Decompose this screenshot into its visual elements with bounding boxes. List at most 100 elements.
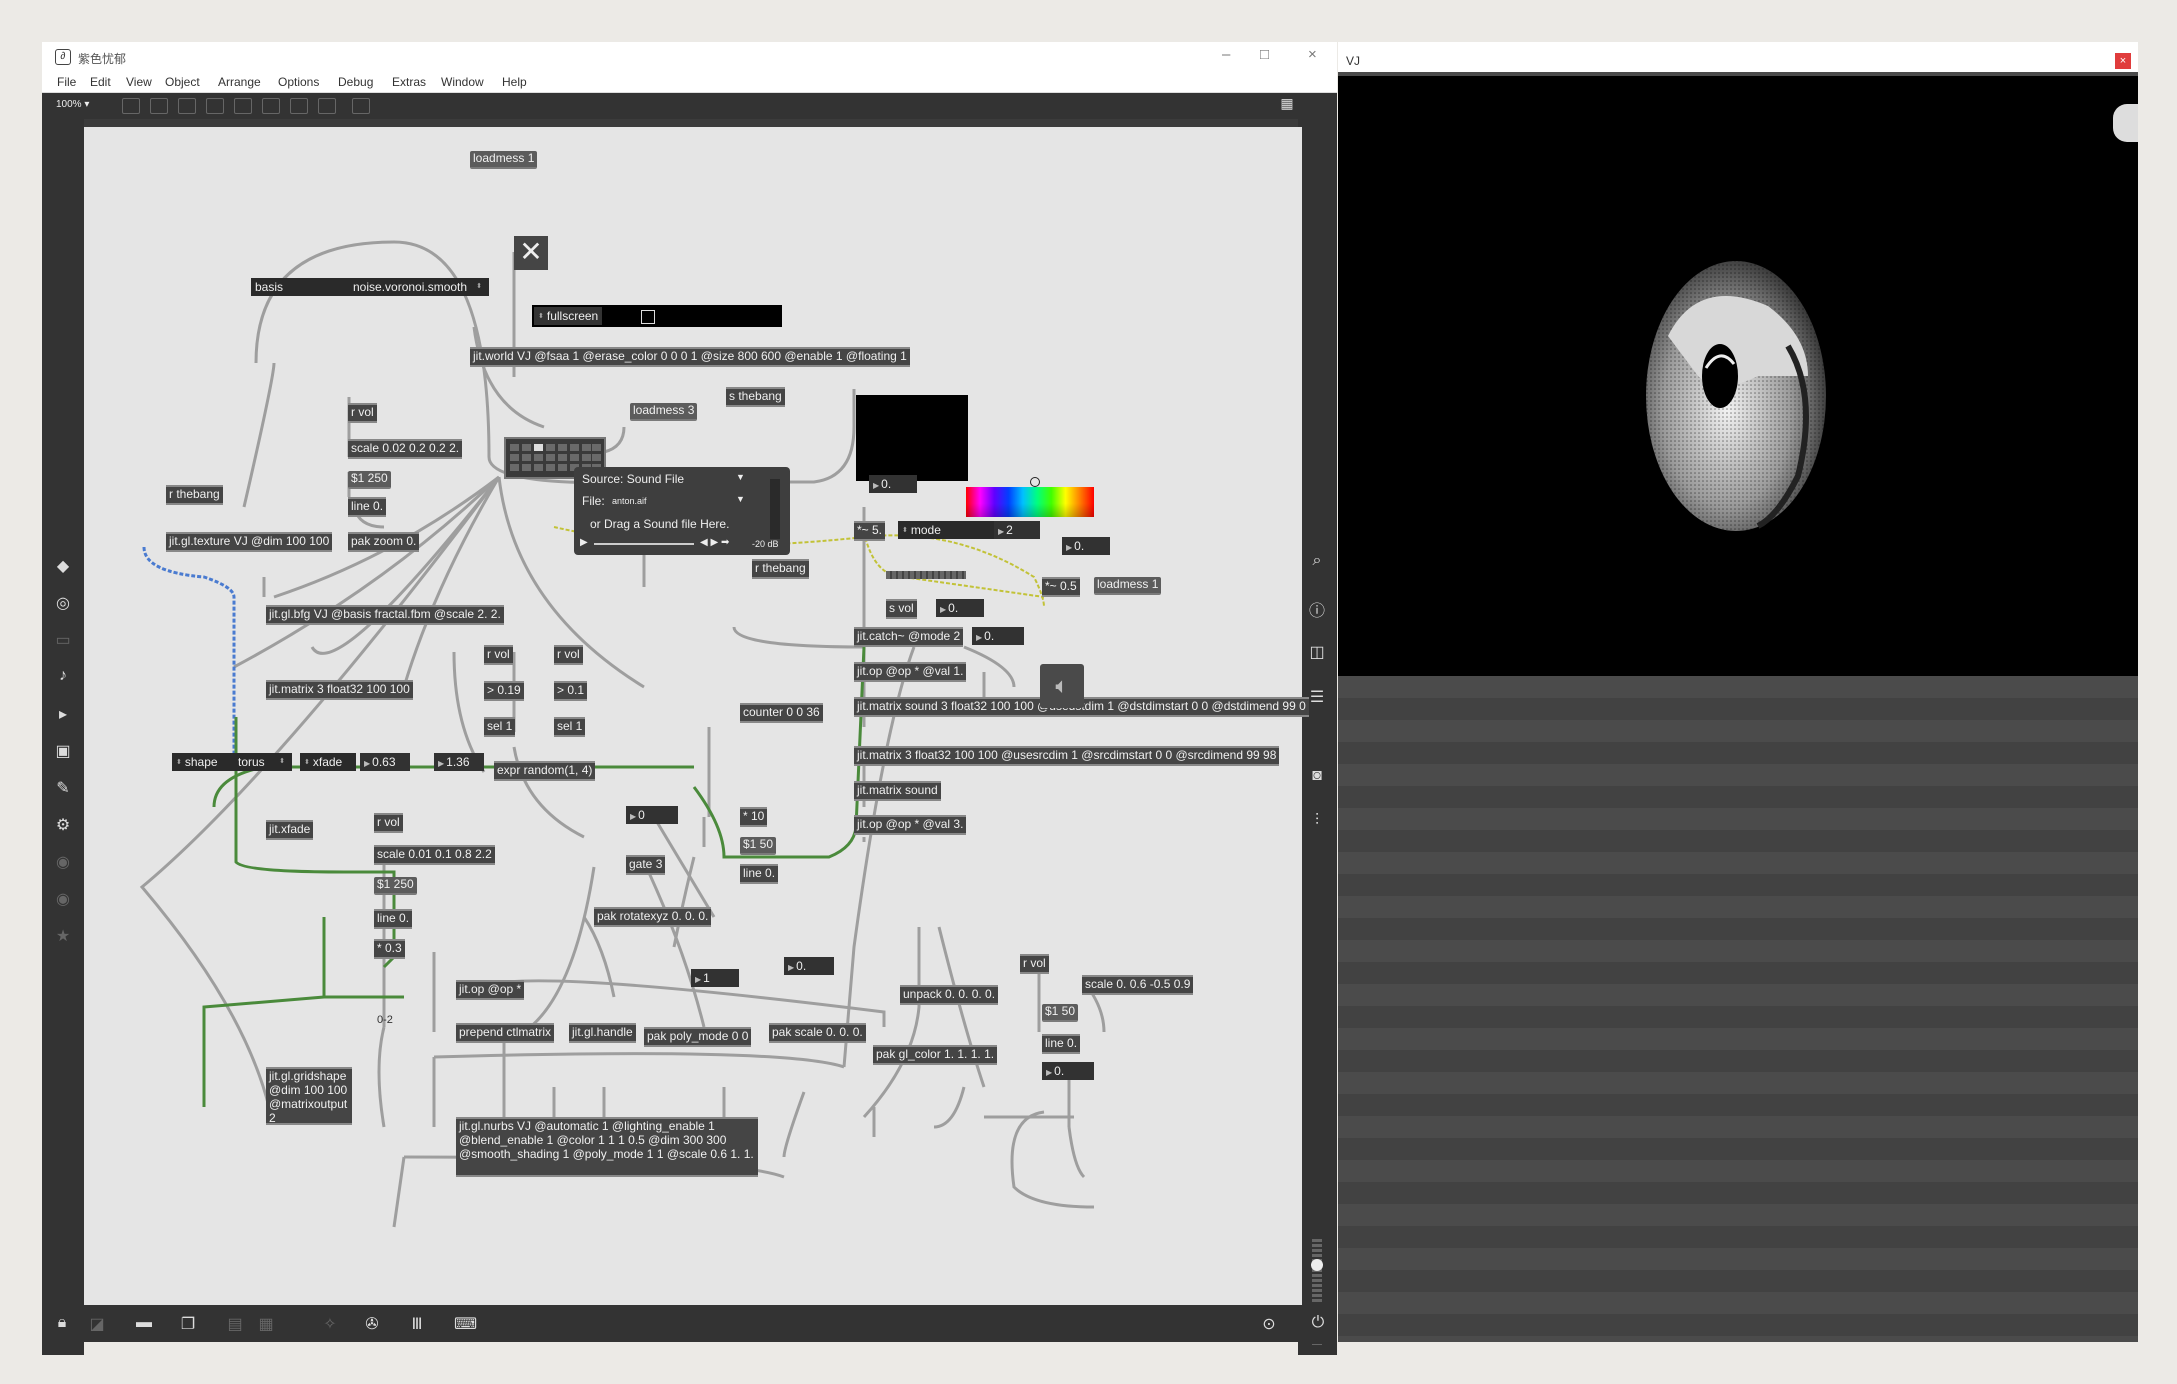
menu-debug[interactable]: Debug: [338, 75, 373, 89]
toolbar-tool-icon[interactable]: [178, 98, 196, 114]
fullscreen-checkbox[interactable]: [641, 310, 655, 324]
menu-extras[interactable]: Extras: [392, 75, 426, 89]
message-250[interactable]: $1 250: [348, 471, 391, 489]
line-object[interactable]: line 0.: [374, 909, 413, 929]
jit-xfade-object[interactable]: jit.xfade: [266, 820, 314, 840]
playlist-file-name[interactable]: anton.aif: [612, 496, 647, 506]
jit-op-object[interactable]: jit.op @op *: [456, 980, 525, 1000]
select-object[interactable]: sel 1: [484, 717, 516, 737]
multiply-signal-object[interactable]: *~ 0.5: [1042, 577, 1080, 597]
image-icon[interactable]: ▣: [53, 741, 73, 761]
jit-op-object[interactable]: jit.op @op * @val 3.: [854, 815, 967, 835]
menu-arrange[interactable]: Arrange: [218, 75, 261, 89]
number-box[interactable]: 0: [626, 806, 678, 824]
pak-rotatexyz-object[interactable]: pak rotatexyz 0. 0. 0.: [594, 907, 712, 927]
scale-object[interactable]: scale 0.01 0.1 0.8 2.2: [374, 845, 495, 865]
plug-icon[interactable]: ⚙: [53, 815, 73, 835]
play-step-icon[interactable]: ▸: [53, 704, 73, 724]
line-object[interactable]: line 0.: [348, 497, 387, 517]
toggle-x-button[interactable]: ✕: [514, 236, 548, 270]
list-icon[interactable]: ☰: [1307, 687, 1327, 707]
message-250[interactable]: $1 250: [374, 877, 417, 895]
gain-slider[interactable]: [770, 479, 780, 539]
rect-icon[interactable]: ▭: [53, 630, 73, 650]
windows-icon[interactable]: ❐: [178, 1314, 198, 1334]
playlist-source[interactable]: Source: Sound File: [582, 472, 684, 486]
menu-view[interactable]: View: [126, 75, 152, 89]
gate-object[interactable]: gate 3: [626, 855, 666, 875]
chevron-down-icon[interactable]: ▼: [736, 472, 745, 482]
shape-dropdown[interactable]: torus ⬍: [234, 753, 292, 771]
cube-icon[interactable]: ◆: [53, 556, 73, 576]
number-box[interactable]: 0.: [869, 475, 917, 493]
toolbar-tool-icon[interactable]: [318, 98, 336, 114]
toolbar-tool-icon[interactable]: [352, 98, 370, 114]
bars-icon[interactable]: Ⅲ: [407, 1314, 427, 1334]
jit-matrix-sound-object[interactable]: jit.matrix sound: [854, 781, 941, 801]
jit-matrix-object[interactable]: jit.matrix 3 float32 100 100 @usesrcdim …: [854, 746, 1280, 766]
message-50[interactable]: $1 50: [1042, 1004, 1079, 1022]
fullscreen-toggle-label[interactable]: ⬍ fullscreen: [534, 307, 603, 325]
mode-number[interactable]: 2: [994, 521, 1040, 539]
menu-file[interactable]: File: [57, 75, 76, 89]
pak-scale-object[interactable]: pak scale 0. 0. 0.: [769, 1023, 866, 1043]
jit-world-object[interactable]: jit.world VJ @fsaa 1 @erase_color 0 0 0 …: [470, 347, 910, 367]
send-vol-object[interactable]: s vol: [886, 599, 917, 619]
playlist-player[interactable]: Source: Sound File ▼ File: anton.aif ▼ o…: [574, 467, 790, 555]
menu-object[interactable]: Object: [165, 75, 200, 89]
transport-icon[interactable]: ◀ ▶ ➡: [700, 537, 729, 548]
jit-gl-texture-object[interactable]: jit.gl.texture VJ @dim 100 100: [166, 532, 333, 552]
toolbar-tool-icon[interactable]: [234, 98, 252, 114]
receive-vol-object[interactable]: r vol: [348, 403, 377, 423]
unpack-object[interactable]: unpack 0. 0. 0. 0.: [900, 985, 999, 1005]
sliders-icon[interactable]: ⫶: [1307, 812, 1327, 830]
select-object[interactable]: sel 1: [554, 717, 586, 737]
zoom-select[interactable]: 100% ▾: [56, 99, 89, 110]
help-icon[interactable]: ◉: [53, 889, 73, 909]
threshold-object[interactable]: > 0.19: [484, 681, 524, 701]
multiply-object[interactable]: * 10: [740, 807, 768, 827]
send-thebang-object[interactable]: s thebang: [726, 387, 785, 407]
chevron-down-icon[interactable]: ▼: [736, 494, 745, 504]
receive-vol-object[interactable]: r vol: [554, 645, 583, 665]
speaker-icon[interactable]: 🔈︎: [1040, 664, 1084, 708]
loadmess-1[interactable]: loadmess 1: [1094, 577, 1162, 595]
power-icon[interactable]: ◉: [53, 852, 73, 872]
minimize-icon[interactable]: –: [1222, 46, 1230, 63]
search-icon[interactable]: ⌕: [1307, 552, 1327, 570]
line-object[interactable]: line 0.: [1042, 1034, 1081, 1054]
wrench-icon[interactable]: ✇: [362, 1314, 382, 1334]
prepend-object[interactable]: prepend ctlmatrix: [456, 1023, 555, 1043]
number-box[interactable]: 0.: [936, 599, 984, 617]
jit-gl-bfg-object[interactable]: jit.gl.bfg VJ @basis fractal.fbm @scale …: [266, 605, 504, 625]
close-icon[interactable]: ×: [1308, 46, 1317, 63]
receive-vol-object[interactable]: r vol: [374, 813, 403, 833]
presentation-icon[interactable]: ◪: [87, 1314, 107, 1334]
menu-options[interactable]: Options: [278, 75, 319, 89]
play-icon[interactable]: ▶: [580, 537, 588, 548]
pak-polymode-object[interactable]: pak poly_mode 0 0: [644, 1027, 752, 1047]
pak-gl-color-object[interactable]: pak gl_color 1. 1. 1. 1.: [873, 1045, 998, 1065]
menu-edit[interactable]: Edit: [90, 75, 111, 89]
jit-gl-nurbs-object[interactable]: jit.gl.nurbs VJ @automatic 1 @lighting_e…: [456, 1117, 758, 1177]
volume-knob[interactable]: [1311, 1259, 1323, 1271]
toolbar-tool-icon[interactable]: [122, 98, 140, 114]
patcher-canvas[interactable]: loadmess 1 ✕ ⬍ fullscreen jit.world VJ @f…: [84, 127, 1309, 1305]
star-icon[interactable]: ★: [53, 926, 73, 946]
music-note-icon[interactable]: ♪: [53, 667, 73, 685]
window-resize-handle[interactable]: [2113, 104, 2138, 142]
keyboard-icon[interactable]: ⌨: [454, 1314, 477, 1334]
jit-op-object[interactable]: jit.op @op * @val 1.: [854, 662, 967, 682]
multiply-object[interactable]: * 0.3: [374, 939, 405, 959]
number-box[interactable]: 1: [691, 969, 739, 987]
toolbar-tool-icon[interactable]: [290, 98, 308, 114]
camera-icon[interactable]: ◙: [1307, 767, 1327, 785]
play-circle-icon[interactable]: ⊙: [1259, 1314, 1279, 1334]
color-swatch[interactable]: [966, 487, 1094, 517]
multiply-signal-object[interactable]: *~ 5.: [854, 521, 886, 541]
expr-random-object[interactable]: expr random(1, 4): [494, 761, 596, 781]
lcd-display[interactable]: [856, 395, 968, 481]
basis-dropdown[interactable]: noise.voronoi.smooth ⬍: [349, 278, 489, 296]
columns-icon[interactable]: ◫: [1307, 642, 1327, 662]
receive-thebang-object[interactable]: r thebang: [752, 559, 809, 579]
